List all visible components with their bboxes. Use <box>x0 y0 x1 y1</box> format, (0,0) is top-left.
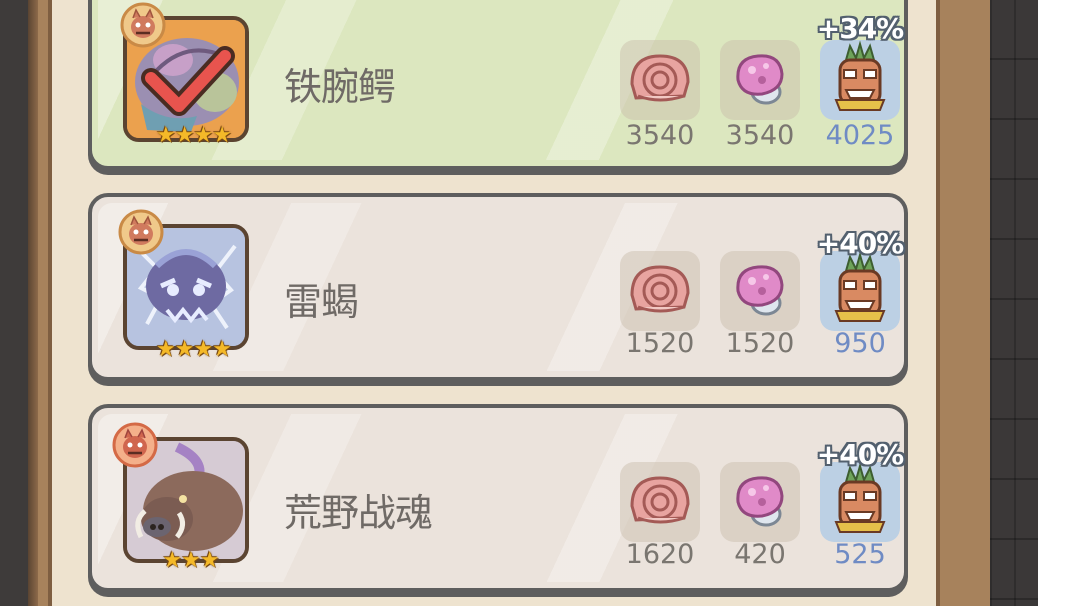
material-slot[interactable] <box>720 251 800 331</box>
star-rating: ★ ★ ★ ★ <box>148 338 238 362</box>
star-icon: ★ <box>181 548 201 573</box>
bonus-percentage: +40% <box>816 227 904 260</box>
material-value: 1520 <box>625 328 695 359</box>
star-icon: ★ <box>212 123 232 148</box>
tribal-mask-icon <box>834 40 886 111</box>
list-item[interactable]: ★ ★ ★ 荒野战魂 +40% 1620 420 525 <box>88 404 908 592</box>
star-icon: ★ <box>156 123 176 148</box>
material-value: 525 <box>834 539 886 570</box>
material-slot[interactable] <box>620 40 700 120</box>
pink-crystal-icon <box>736 54 784 105</box>
material-value: 3540 <box>725 120 795 151</box>
beast-type-icon <box>118 209 164 255</box>
bonus-percentage: +40% <box>816 438 904 471</box>
material-value: 1520 <box>725 328 795 359</box>
pink-crystal-icon <box>736 476 784 527</box>
pink-shell-icon <box>630 54 690 102</box>
left-background <box>0 0 38 606</box>
star-icon: ★ <box>212 337 232 362</box>
monster-name: 铁腕鳄 <box>284 65 396 109</box>
material-value: 3540 <box>625 120 695 151</box>
star-rating: ★ ★ ★ <box>150 549 230 573</box>
star-icon: ★ <box>174 337 195 362</box>
star-icon: ★ <box>193 337 214 362</box>
star-icon: ★ <box>174 123 195 148</box>
material-value: 420 <box>734 539 786 570</box>
material-slot[interactable] <box>620 462 700 542</box>
right-stone-wall <box>990 0 1038 606</box>
material-slot[interactable] <box>820 40 900 120</box>
star-icon: ★ <box>162 548 182 573</box>
monster-name: 荒野战魂 <box>284 491 433 535</box>
pink-crystal-icon <box>736 265 784 316</box>
bonus-percentage: +34% <box>816 12 904 45</box>
list-item[interactable]: ★ ★ ★ ★ 铁腕鳄 +34% 3540 3540 4025 <box>88 0 908 170</box>
tribal-mask-icon <box>834 462 886 533</box>
star-icon: ★ <box>199 548 220 573</box>
pink-shell-icon <box>630 476 690 524</box>
star-icon: ★ <box>193 123 214 148</box>
beast-type-icon <box>112 422 158 468</box>
monster-name: 雷蝎 <box>284 280 359 324</box>
material-slot[interactable] <box>820 251 900 331</box>
material-slot[interactable] <box>620 251 700 331</box>
list-item[interactable]: ★ ★ ★ ★ 雷蝎 +40% 1520 1520 950 <box>88 193 908 381</box>
material-slot[interactable] <box>820 462 900 542</box>
material-value: 950 <box>834 328 886 359</box>
material-slot[interactable] <box>720 462 800 542</box>
star-icon: ★ <box>156 337 176 362</box>
star-rating: ★ ★ ★ ★ <box>148 124 238 148</box>
pink-shell-icon <box>630 265 690 313</box>
game-screen: ★ ★ ★ ★ 铁腕鳄 +34% 3540 3540 4025 ★ ★ ★ ★ … <box>0 0 1080 606</box>
material-slot[interactable] <box>720 40 800 120</box>
material-value: 1620 <box>625 539 695 570</box>
beast-type-icon <box>120 2 166 48</box>
tribal-mask-icon <box>834 251 886 322</box>
material-value: 4025 <box>825 120 895 151</box>
